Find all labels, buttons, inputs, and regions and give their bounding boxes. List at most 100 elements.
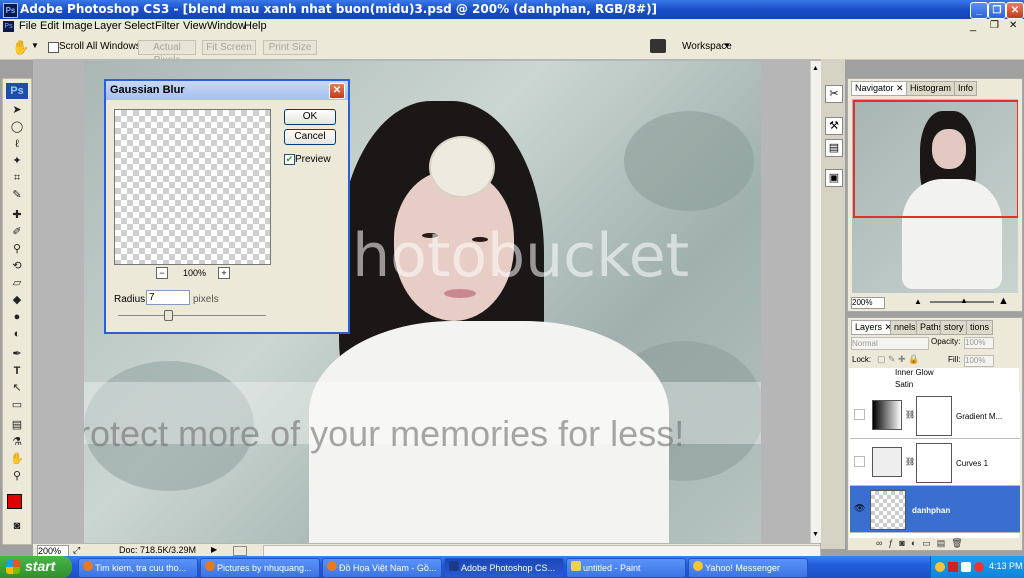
ok-button[interactable]: OK <box>284 109 336 125</box>
tab-navigator[interactable]: Navigator ✕ <box>851 81 908 96</box>
layer-visibility-toggle[interactable] <box>854 456 865 467</box>
task-photoshop[interactable]: Adobe Photoshop CS... <box>444 558 564 578</box>
fill-field[interactable]: 100% <box>964 355 994 367</box>
effect-satin[interactable]: Satin <box>895 380 913 389</box>
scroll-all-checkbox[interactable] <box>48 42 59 53</box>
blend-mode-select[interactable]: Normal <box>851 337 929 350</box>
doc-minimize-icon[interactable]: _ <box>970 20 976 32</box>
scroll-down-arrow-icon[interactable]: ▼ <box>812 531 819 538</box>
brush-tool-icon[interactable]: ✐ <box>9 225 25 240</box>
network-tray-icon[interactable] <box>974 562 984 572</box>
zoom-in-button[interactable]: + <box>218 267 230 279</box>
pen-tool-icon[interactable]: ✒ <box>9 347 25 362</box>
tab-close-icon[interactable]: ✕ <box>896 83 904 93</box>
app-menu-icon[interactable]: Ps <box>3 21 14 32</box>
tool-presets-panel-icon[interactable]: ⚒ <box>825 117 843 135</box>
eyedropper-sample-tool-icon[interactable]: ⚗ <box>9 435 25 450</box>
radius-slider-thumb[interactable] <box>164 310 174 321</box>
menu-layer[interactable]: Layer <box>94 20 122 32</box>
menu-window[interactable]: Window <box>207 20 246 32</box>
task-firefox-3[interactable]: Đồ Họa Việt Nam - Gồ... <box>322 558 442 578</box>
menu-filter[interactable]: Filter <box>155 20 179 32</box>
menu-file[interactable]: File <box>19 20 37 32</box>
menu-select[interactable]: Select <box>124 20 155 32</box>
task-paint[interactable]: untitled - Paint <box>566 558 686 578</box>
lock-icons[interactable]: ▢ ✎ ✚ 🔒 <box>877 354 919 365</box>
start-button[interactable]: start <box>0 556 72 578</box>
eye-icon[interactable]: 👁 <box>854 503 865 514</box>
task-firefox-2[interactable]: Pictures by nhuquang... <box>200 558 320 578</box>
fit-screen-button[interactable]: Fit Screen <box>202 40 256 55</box>
navigator-zoom-field[interactable]: 200% <box>851 297 885 309</box>
blur-tool-icon[interactable]: ● <box>9 310 25 325</box>
foreground-color-swatch[interactable] <box>7 494 22 509</box>
antivirus-tray-icon[interactable] <box>948 562 958 572</box>
bridge-icon[interactable] <box>650 39 666 53</box>
restore-icon[interactable]: ❐ <box>988 2 1006 19</box>
radius-slider-track[interactable] <box>118 315 266 316</box>
link-icon[interactable]: ⛓ <box>905 410 915 419</box>
doc-restore-icon[interactable]: ❐ <box>990 20 999 31</box>
navigator-zoom-in-icon[interactable]: ▲ <box>998 295 1009 307</box>
yahoo-tray-icon[interactable] <box>935 562 945 572</box>
brushes-panel-icon[interactable]: ✂ <box>825 85 843 103</box>
layer-row-selected[interactable]: 👁 danhphan <box>850 486 1020 533</box>
menu-edit[interactable]: Edit <box>40 20 59 32</box>
crop-tool-icon[interactable]: ⌗ <box>9 171 25 186</box>
blur-preview[interactable] <box>114 109 271 265</box>
quick-mask-icon[interactable]: ◙ <box>9 519 25 534</box>
paint-bucket-tool-icon[interactable]: ◆ <box>9 293 25 308</box>
link-icon[interactable]: ⛓ <box>905 457 915 466</box>
navigator-zoom-thumb-icon[interactable]: ▲ <box>960 296 968 305</box>
minimize-icon[interactable]: _ <box>970 2 988 19</box>
layer-row[interactable]: ⛓ Curves 1 <box>850 439 1020 486</box>
magic-wand-tool-icon[interactable]: ✦ <box>9 154 25 169</box>
radius-input[interactable] <box>146 290 190 305</box>
scroll-left-arrow-icon[interactable] <box>233 546 247 556</box>
history-brush-tool-icon[interactable]: ⟲ <box>9 259 25 274</box>
zoom-export-icon[interactable]: ⤢ <box>73 545 80 556</box>
hand-tool-icon[interactable]: ✋ <box>12 39 29 56</box>
layer-row[interactable]: ⛓ Gradient M... <box>850 392 1020 439</box>
tab-info[interactable]: Info <box>954 81 978 96</box>
layer-comps-panel-icon[interactable]: ▤ <box>825 139 843 157</box>
menu-view[interactable]: View <box>183 20 207 32</box>
vertical-scrollbar[interactable]: ▲ ▼ <box>810 61 821 543</box>
menu-image[interactable]: Image <box>62 20 93 32</box>
tab-history[interactable]: story <box>940 320 968 335</box>
cancel-button[interactable]: Cancel <box>284 129 336 145</box>
clone-source-panel-icon[interactable]: ▣ <box>825 169 843 187</box>
print-size-button[interactable]: Print Size <box>263 40 317 55</box>
eraser-tool-icon[interactable]: ▱ <box>9 276 25 291</box>
clone-stamp-tool-icon[interactable]: ⚲ <box>9 242 25 257</box>
healing-brush-tool-icon[interactable]: ✚ <box>9 208 25 223</box>
type-tool-icon[interactable]: T <box>9 364 25 379</box>
move-tool-icon[interactable]: ➤ <box>9 103 25 118</box>
preview-checkbox[interactable]: ✔ <box>284 154 295 165</box>
navigator-thumbnail[interactable] <box>852 99 1018 293</box>
path-selection-tool-icon[interactable]: ↖ <box>9 381 25 396</box>
doc-close-icon[interactable]: ✕ <box>1009 20 1017 31</box>
actual-pixels-button[interactable]: Actual Pixels <box>138 40 196 66</box>
close-icon[interactable]: ✕ <box>1006 2 1024 19</box>
tool-preset-dropdown-icon[interactable]: ▼ <box>31 41 39 50</box>
hand-tool-icon-2[interactable]: ✋ <box>9 452 25 467</box>
notes-tool-icon[interactable]: ▤ <box>9 418 25 433</box>
eyedropper-tool-icon[interactable]: ✎ <box>9 188 25 203</box>
marquee-tool-icon[interactable]: ◯ <box>9 120 25 135</box>
task-firefox-1[interactable]: Tim kiem, tra cuu tho... <box>78 558 198 578</box>
task-yahoo-messenger[interactable]: Yahoo! Messenger <box>688 558 808 578</box>
shape-tool-icon[interactable]: ▭ <box>9 398 25 413</box>
menu-help[interactable]: Help <box>244 20 267 32</box>
tab-histogram[interactable]: Histogram <box>906 81 956 96</box>
zoom-tool-icon[interactable]: ⚲ <box>9 469 25 484</box>
effect-inner-glow[interactable]: Inner Glow <box>895 368 934 377</box>
scroll-up-arrow-icon[interactable]: ▲ <box>812 65 819 72</box>
opacity-field[interactable]: 100% <box>964 337 994 349</box>
tab-actions[interactable]: tions <box>966 320 994 335</box>
volume-tray-icon[interactable] <box>961 562 971 572</box>
layer-actions-bar[interactable]: ∞ƒ◙◐▭▤🗑 <box>876 538 969 549</box>
dodge-tool-icon[interactable]: ◐ <box>9 327 25 342</box>
status-menu-arrow-icon[interactable]: ▶ <box>211 545 217 554</box>
navigator-zoom-out-icon[interactable]: ▲ <box>914 297 922 306</box>
